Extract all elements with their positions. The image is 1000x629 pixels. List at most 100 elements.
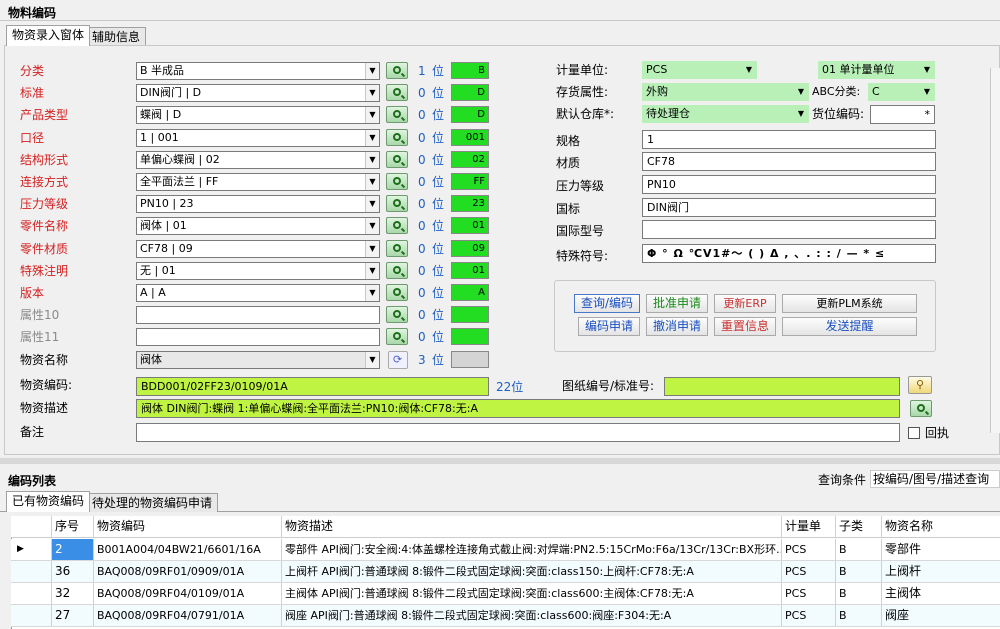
field-label: 产品类型 [20,108,69,122]
col-header-uom[interactable]: 计量单 [781,516,835,537]
tab-aux-info[interactable]: 辅助信息 [86,27,147,46]
special-symbol-field[interactable]: Φ ° Ω ℃V1#～ ( ) Δ , 、. : : / — * ≤ [642,244,936,263]
chevron-down-icon: ▼ [365,85,379,101]
tab-pending-requests[interactable]: 待处理的物资编码申请 [86,493,219,512]
col-header-subclass[interactable]: 子类 [835,516,881,537]
return-checkbox[interactable] [908,427,920,439]
field-search-button[interactable] [386,195,408,212]
field-code-box: A [451,284,489,301]
field-search-button[interactable] [386,240,408,257]
material-code-label: 物资编码: [20,378,73,392]
drawing-number-field[interactable] [664,377,900,396]
cell-no: 27 [55,608,71,622]
field-code-box: 09 [451,240,489,257]
approve-request-button[interactable]: 批准申请 [646,294,708,313]
table-row[interactable]: 36 BAQ008/09RF01/0909/01A 上阀杆 API阀门:普通球阀… [11,561,1000,583]
stock-attr-select[interactable]: 外购 ▼ [642,83,809,101]
field-search-button[interactable] [386,151,408,168]
search-icon [393,177,401,185]
spec-field[interactable]: 1 [642,130,936,149]
field-select[interactable]: 无 | 01 ▼ [136,262,380,280]
update-plm-button[interactable]: 更新PLM系统 [782,294,917,313]
refresh-name-button[interactable]: ⟳ [388,351,408,369]
field-search-button[interactable] [386,84,408,101]
field-select[interactable]: DIN阀门 | D ▼ [136,84,380,102]
uom-type-select[interactable]: 01 单计量单位 ▼ [818,61,935,79]
cell-desc: 上阀杆 API阀门:普通球阀 8:锻件二段式固定球阀:突面:class150:上… [285,565,694,578]
field-search-button[interactable] [386,217,408,234]
field-select[interactable]: 1 | 001 ▼ [136,129,380,147]
tab-material-entry[interactable]: 物资录入窗体 [6,25,91,46]
field-search-button[interactable] [386,284,408,301]
col-header-code[interactable]: 物资编码 [93,516,281,537]
query-condition-field[interactable]: 按编码/图号/描述查询 [870,470,1000,488]
field-digit-count: 0 [418,219,426,233]
field-search-button[interactable] [386,62,408,79]
edit-drawing-button[interactable]: ⚲ [908,376,932,394]
cancel-request-button[interactable]: 撤消申请 [646,317,708,336]
field-code-box: 001 [451,129,489,146]
query-code-button[interactable]: 查询/编码 [574,294,640,313]
field-select[interactable]: CF78 | 09 ▼ [136,240,380,258]
field-label: 属性11 [20,330,60,344]
chevron-down-icon: ▼ [365,196,379,212]
field-select[interactable]: 阀体 ▼ [136,351,380,369]
field-search-button[interactable] [386,306,408,323]
field-select[interactable]: 单偏心蝶阀 | 02 ▼ [136,151,380,169]
material-desc-field[interactable]: 阀体 DIN阀门:蝶阀 1:单偏心蝶阀:全平面法兰:PN10:阀体:CF78:无… [136,399,900,418]
field-select[interactable]: A | A ▼ [136,284,380,302]
table-row[interactable]: ▶ 2 B001A004/04BW21/6601/16A 零部件 API阀门:安… [11,539,1000,561]
field-input[interactable] [136,328,380,346]
field-select[interactable]: 全平面法兰 | FF ▼ [136,173,380,191]
field-select[interactable]: B 半成品 ▼ [136,62,380,80]
update-erp-button[interactable]: 更新ERP [714,294,776,313]
reset-info-button[interactable]: 重置信息 [714,317,776,336]
drawing-number-label: 图纸编号/标准号: [562,379,655,393]
col-header-desc[interactable]: 物资描述 [281,516,781,537]
field-digit-count: 0 [418,153,426,167]
chevron-down-icon: ▼ [365,241,379,257]
field-digit-unit: 位 [432,308,445,322]
col-header-name[interactable]: 物资名称 [881,516,1000,537]
send-reminder-button[interactable]: 发送提醒 [782,317,917,336]
field-select[interactable]: 阀体 | 01 ▼ [136,217,380,235]
desc-search-button[interactable] [910,400,932,417]
material-code-field[interactable]: BDD001/02FF23/0109/01A [136,377,489,396]
warehouse-label: 默认仓库*: [556,107,615,121]
field-select[interactable]: 蝶阀 | D ▼ [136,106,380,124]
field-digit-unit: 位 [432,153,445,167]
field-digit-unit: 位 [432,219,445,233]
warehouse-select[interactable]: 待处理仓 ▼ [642,105,809,123]
search-icon [393,332,401,340]
col-header-no[interactable]: 序号 [51,516,93,537]
field-search-button[interactable] [386,328,408,345]
uom-select[interactable]: PCS ▼ [642,61,757,79]
field-digit-count: 0 [418,286,426,300]
table-row[interactable]: 32 BAQ008/09RF04/0109/01A 主阀体 API阀门:普通球阀… [11,583,1000,605]
field-input[interactable] [136,306,380,324]
search-icon [393,66,401,74]
cell-uom: PCS [785,609,807,622]
field-select[interactable]: PN10 | 23 ▼ [136,195,380,213]
right-scroll-strip[interactable] [990,68,1000,433]
location-field[interactable]: * [870,105,935,124]
splitter[interactable] [0,458,1000,464]
code-apply-button[interactable]: 编码申请 [578,317,640,336]
table-row[interactable]: 27 BAQ008/09RF04/0791/01A 阀座 API阀门:普通球阀 … [11,605,1000,627]
pressure-field[interactable]: PN10 [642,175,936,194]
intl-model-field[interactable] [642,220,936,239]
cell-name: 阀座 [885,608,910,622]
material-field[interactable]: CF78 [642,152,936,171]
field-code-box: 01 [451,262,489,279]
tab-existing-codes[interactable]: 已有物资编码 [6,491,91,512]
abc-select[interactable]: C ▼ [868,83,935,101]
field-search-button[interactable] [386,262,408,279]
cell-name: 上阀杆 [885,564,922,578]
cell-subclass: B [839,565,847,578]
field-search-button[interactable] [386,173,408,190]
remark-field[interactable] [136,423,900,442]
field-search-button[interactable] [386,106,408,123]
field-digit-unit: 位 [432,242,445,256]
national-std-field[interactable]: DIN阀门 [642,198,936,217]
field-search-button[interactable] [386,129,408,146]
